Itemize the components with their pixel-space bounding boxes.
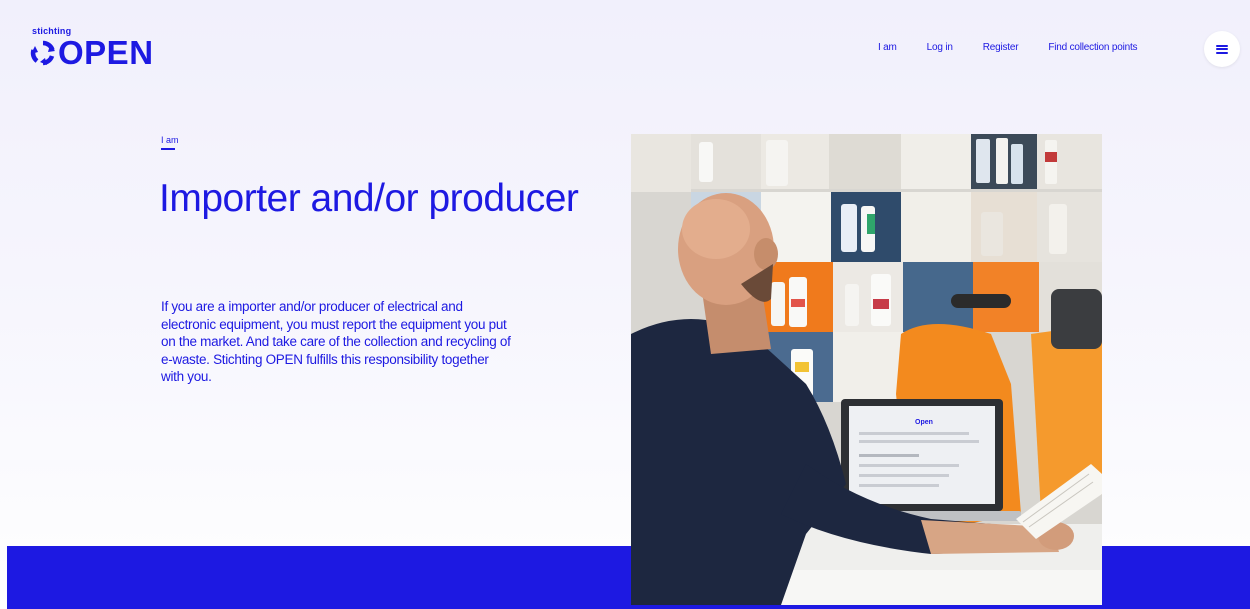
nav-item-i-am[interactable]: I am bbox=[878, 42, 897, 53]
breadcrumb-underline bbox=[161, 148, 175, 150]
logo-link[interactable]: stichting OPEN bbox=[30, 26, 153, 72]
hero-image: Open bbox=[631, 134, 1102, 605]
logo-text: OPEN bbox=[58, 34, 154, 71]
nav-item-register[interactable]: Register bbox=[983, 42, 1019, 53]
breadcrumb-link[interactable]: I am bbox=[161, 135, 179, 145]
laptop-screen-logo: Open bbox=[915, 419, 933, 426]
menu-button[interactable] bbox=[1204, 31, 1240, 67]
page-title: Importer and/or producer bbox=[159, 177, 579, 220]
main-nav: I am Log in Register Find collection poi… bbox=[878, 42, 1167, 53]
nav-item-find-collection-points[interactable]: Find collection points bbox=[1048, 42, 1137, 53]
nav-item-log-in[interactable]: Log in bbox=[927, 42, 953, 53]
intro-text: If you are a importer and/or producer of… bbox=[161, 299, 511, 384]
logo-recycle-icon bbox=[30, 40, 55, 66]
page: stichting OPEN I am Log in Register Find… bbox=[0, 0, 1250, 609]
logo-wordmark: OPEN bbox=[30, 34, 154, 72]
hamburger-icon bbox=[1216, 44, 1228, 54]
